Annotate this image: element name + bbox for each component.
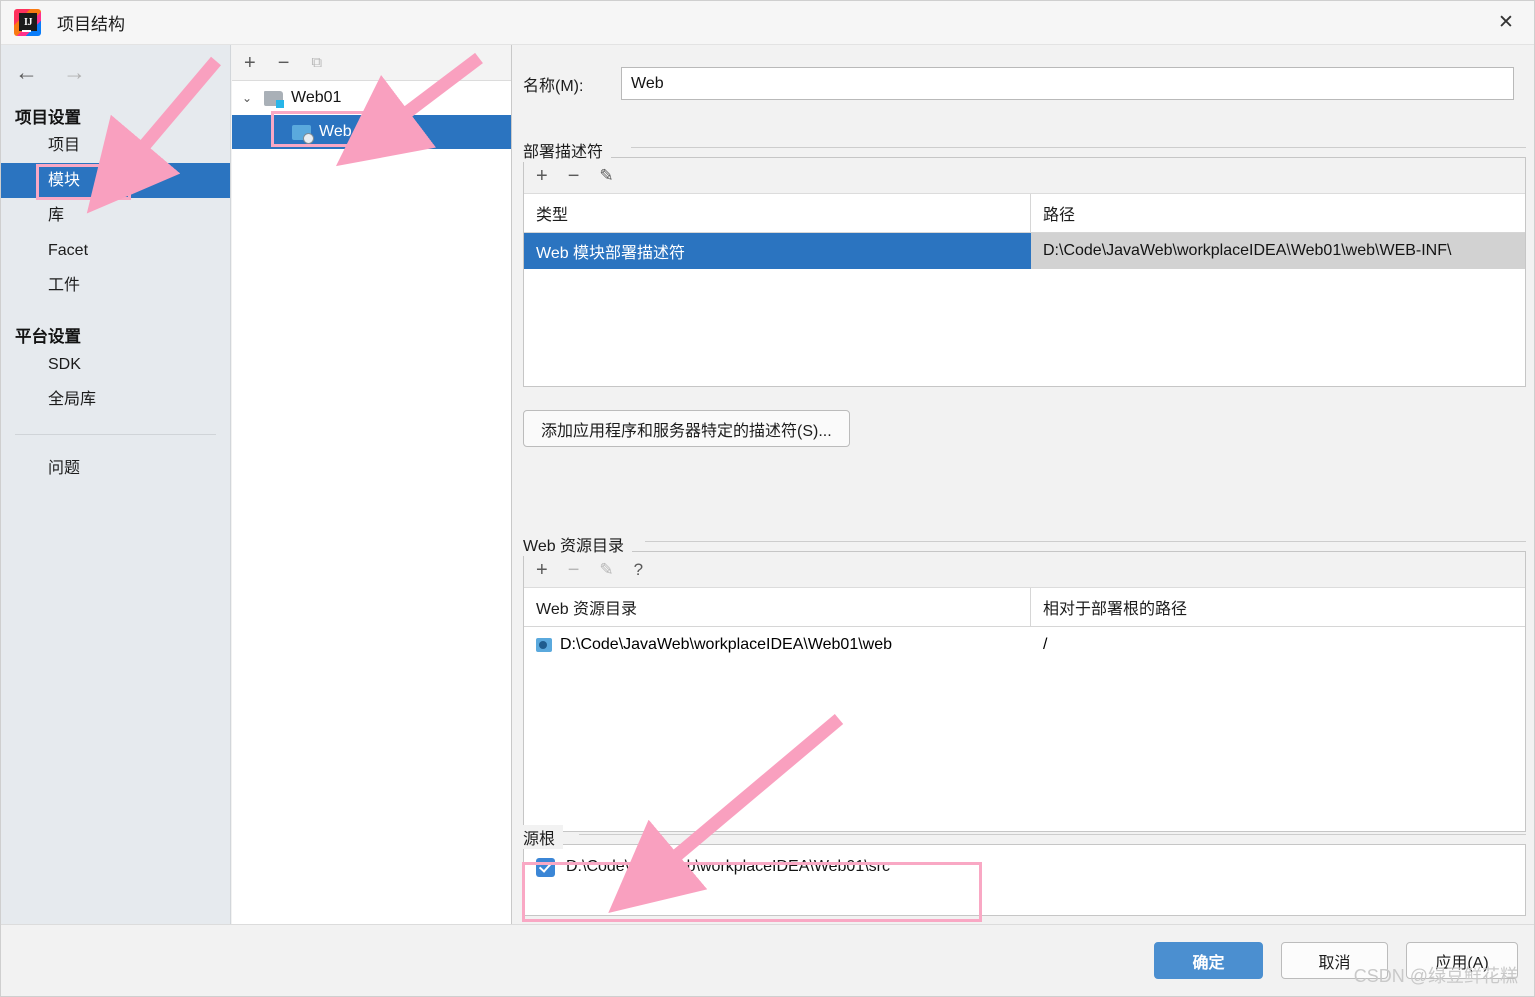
web-resource-section-divider — [645, 541, 1526, 542]
add-web-resource-icon[interactable]: + — [536, 560, 548, 580]
dialog-button-bar: 确定 取消 应用(A) — [1, 924, 1535, 996]
source-root-checkbox[interactable] — [536, 858, 555, 877]
folder-module-icon — [264, 91, 283, 106]
sidebar-item-modules[interactable]: 模块 — [1, 163, 230, 198]
add-module-icon[interactable]: + — [244, 53, 256, 73]
web-resource-help-icon[interactable]: ? — [634, 561, 643, 578]
sidebar-item-artifacts[interactable]: 工件 — [1, 268, 230, 303]
source-roots-section-divider — [579, 834, 1526, 835]
cell-descriptor-path: D:\Code\JavaWeb\workplaceIDEA\Web01\web\… — [1031, 233, 1525, 269]
web-resource-directories-table: + − ✎ ? Web 资源目录 相对于部署根的路径 D:\Code\JavaW… — [523, 551, 1526, 832]
forward-arrow-icon[interactable]: → — [63, 61, 86, 84]
column-header-web-resource-directory: Web 资源目录 — [524, 588, 1031, 626]
module-name-row: 名称(M): — [523, 67, 1514, 100]
web-facet-icon — [292, 125, 311, 140]
remove-web-resource-icon[interactable]: − — [568, 560, 580, 580]
module-name-input[interactable] — [621, 67, 1514, 100]
project-structure-dialog: IJ 项目结构 ✕ ← → 项目设置 项目 模块 库 Facet 工件 平台设置… — [0, 0, 1535, 997]
cell-web-resource-directory: D:\Code\JavaWeb\workplaceIDEA\Web01\web — [524, 627, 1031, 663]
deployment-section-divider — [631, 147, 1526, 148]
web-resource-section-title: Web 资源目录 — [523, 532, 632, 556]
cell-descriptor-type: Web 模块部署描述符 — [524, 233, 1031, 269]
sidebar-item-project[interactable]: 项目 — [1, 128, 230, 163]
tree-node-web[interactable]: Web — [232, 115, 511, 149]
list-item[interactable]: D:\Code\JavaWeb\workplaceIDEA\Web01\src — [524, 845, 1525, 889]
remove-descriptor-icon[interactable]: − — [568, 166, 580, 186]
deployment-table-toolbar: + − ✎ — [524, 158, 1525, 194]
sidebar-item-facets[interactable]: Facet — [1, 233, 230, 268]
back-arrow-icon[interactable]: ← — [15, 61, 38, 84]
column-header-type: 类型 — [524, 194, 1031, 232]
remove-module-icon[interactable]: − — [278, 53, 290, 73]
column-header-path: 路径 — [1031, 194, 1525, 232]
window-title: 项目结构 — [57, 10, 125, 35]
settings-sidebar: ← → 项目设置 项目 模块 库 Facet 工件 平台设置 SDK 全局库 问… — [1, 45, 231, 925]
sidebar-item-problems[interactable]: 问题 — [1, 451, 230, 486]
chevron-down-icon[interactable]: ⌄ — [242, 91, 264, 105]
title-bar: IJ 项目结构 ✕ — [1, 1, 1535, 45]
tree-node-label: Web — [319, 123, 352, 141]
table-row[interactable]: Web 模块部署描述符 D:\Code\JavaWeb\workplaceIDE… — [524, 233, 1525, 269]
sidebar-group-platform-settings: 平台设置 — [1, 323, 230, 347]
tree-node-web01[interactable]: ⌄ Web01 — [232, 81, 511, 115]
column-header-relative-path: 相对于部署根的路径 — [1031, 588, 1525, 626]
source-roots-list: D:\Code\JavaWeb\workplaceIDEA\Web01\src — [523, 844, 1526, 916]
web-resource-table-toolbar: + − ✎ ? — [524, 552, 1525, 588]
web-resource-folder-icon — [536, 638, 552, 652]
sidebar-group-project-settings: 项目设置 — [1, 104, 230, 128]
module-tree-panel: + − ⧉ ⌄ Web01 Web — [232, 45, 512, 925]
ok-button[interactable]: 确定 — [1154, 942, 1263, 979]
web-resource-table-header: Web 资源目录 相对于部署根的路径 — [524, 588, 1525, 627]
close-icon[interactable]: ✕ — [1476, 1, 1535, 44]
tree-node-label: Web01 — [291, 89, 341, 107]
deployment-descriptor-section-title: 部署描述符 — [523, 138, 611, 162]
add-application-server-descriptor-button[interactable]: 添加应用程序和服务器特定的描述符(S)... — [523, 410, 850, 447]
deployment-descriptor-table: + − ✎ 类型 路径 Web 模块部署描述符 D:\Code\JavaWeb\… — [523, 157, 1526, 387]
module-name-label: 名称(M): — [523, 72, 621, 96]
intellij-idea-logo-icon: IJ — [14, 9, 41, 36]
source-roots-section-title: 源根 — [523, 825, 563, 849]
source-root-path: D:\Code\JavaWeb\workplaceIDEA\Web01\src — [566, 858, 890, 876]
sidebar-item-sdks[interactable]: SDK — [1, 347, 230, 382]
edit-descriptor-icon[interactable]: ✎ — [599, 167, 613, 184]
add-descriptor-icon[interactable]: + — [536, 166, 548, 186]
deployment-table-header: 类型 路径 — [524, 194, 1525, 233]
sidebar-divider — [15, 434, 216, 435]
cell-directory-text: D:\Code\JavaWeb\workplaceIDEA\Web01\web — [560, 636, 892, 654]
edit-web-resource-icon[interactable]: ✎ — [599, 561, 613, 578]
watermark: CSDN @绿豆鲜花糕 — [1354, 962, 1518, 988]
table-row[interactable]: D:\Code\JavaWeb\workplaceIDEA\Web01\web … — [524, 627, 1525, 663]
module-tree-toolbar: + − ⧉ — [232, 45, 511, 81]
sidebar-item-libraries[interactable]: 库 — [1, 198, 230, 233]
cell-relative-path: / — [1031, 627, 1525, 663]
copy-module-icon[interactable]: ⧉ — [311, 55, 322, 70]
navigation-arrows: ← → — [1, 45, 230, 84]
module-detail-panel: 名称(M): 部署描述符 + − ✎ 类型 路径 Web 模块部署描述符 D:\… — [513, 45, 1535, 925]
sidebar-item-global-libraries[interactable]: 全局库 — [1, 382, 230, 417]
